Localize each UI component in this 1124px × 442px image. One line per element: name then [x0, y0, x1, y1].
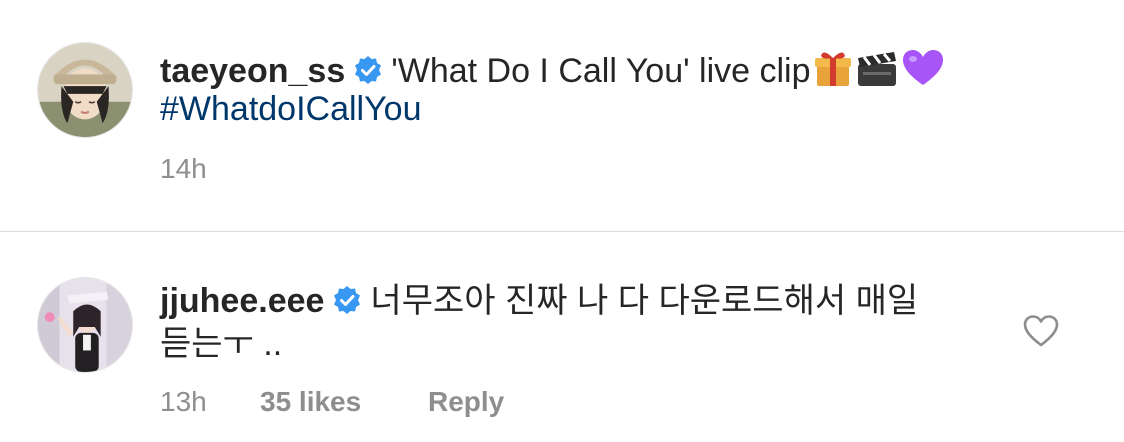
- post-caption-text: 'What Do I Call You' live clip: [391, 52, 811, 90]
- verified-badge-icon: [332, 285, 362, 315]
- like-heart-icon[interactable]: [1022, 314, 1060, 348]
- commenter-username[interactable]: jjuhee.eee: [160, 282, 324, 320]
- post-username[interactable]: taeyeon_ss: [160, 52, 345, 90]
- comments-view: taeyeon_ss 'What Do I Call You' live cli…: [0, 0, 1124, 442]
- post-caption-line-1: taeyeon_ss 'What Do I Call You' live cli…: [160, 48, 945, 91]
- verified-badge-icon: [353, 55, 383, 85]
- avatar-image-jjuhee: [38, 278, 132, 372]
- commenter-avatar[interactable]: [37, 277, 133, 373]
- gift-icon: [813, 48, 853, 88]
- comment-text-line-1: 너무조아 진짜 나 다 다운로드해서 매일: [370, 282, 919, 320]
- purple-heart-icon: [901, 48, 945, 88]
- comment-timestamp[interactable]: 13h: [160, 386, 207, 418]
- post-timestamp[interactable]: 14h: [160, 153, 207, 185]
- post-author-avatar[interactable]: [37, 42, 133, 138]
- clapperboard-icon: [855, 48, 899, 88]
- divider: [0, 231, 1124, 232]
- avatar-image-taeyeon: [38, 43, 132, 137]
- comment-line-1: jjuhee.eee 너무조아 진짜 나 다 다운로드해서 매일: [160, 281, 918, 321]
- comment-likes[interactable]: 35 likes: [260, 386, 361, 418]
- comment-text-line-2: 듣는ㅜ ..: [160, 325, 283, 363]
- reply-button[interactable]: Reply: [428, 386, 504, 418]
- reply-label[interactable]: Reply: [428, 386, 504, 417]
- likes-count[interactable]: 35 likes: [260, 386, 361, 417]
- post-hashtag[interactable]: #WhatdoICallYou: [160, 89, 421, 129]
